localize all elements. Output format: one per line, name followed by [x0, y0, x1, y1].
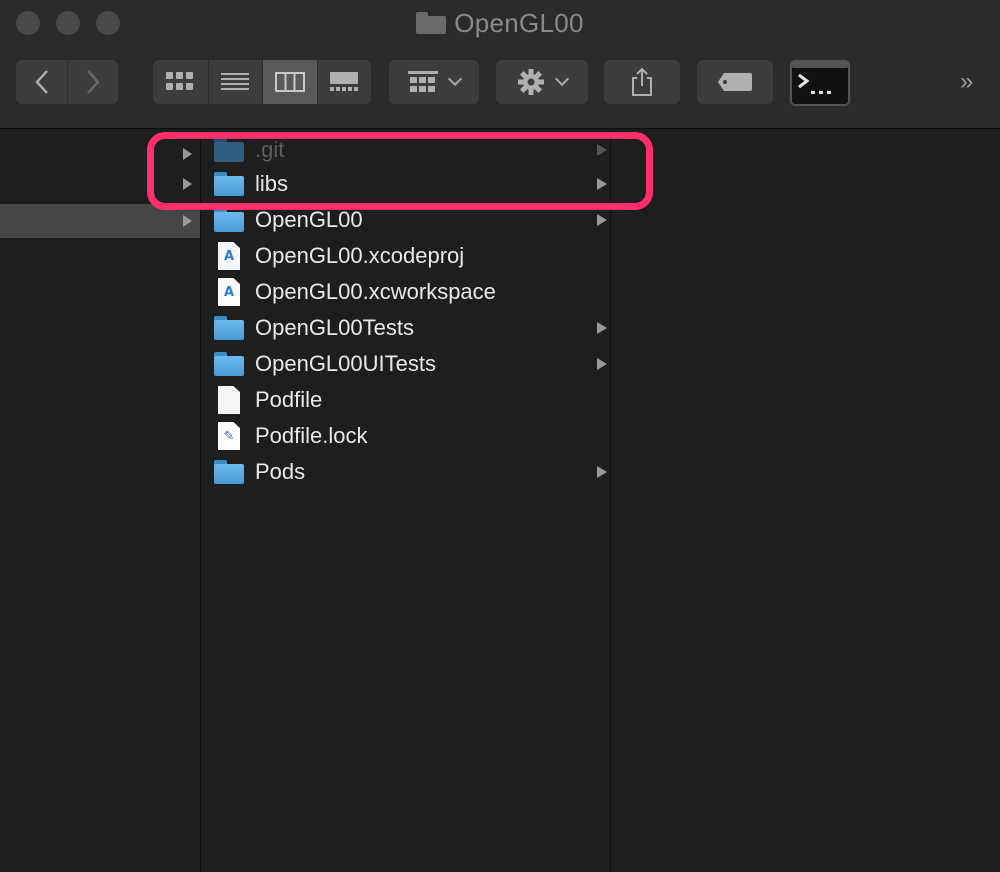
gallery-icon: [330, 72, 359, 91]
toolbar-overflow-icon[interactable]: »: [960, 68, 974, 96]
forward-button[interactable]: [67, 60, 118, 104]
arrange-icon: [408, 71, 438, 92]
folder-icon: [213, 169, 245, 199]
window-toolbar: OpenGL00 »: [0, 0, 1000, 129]
parent-column: [0, 130, 200, 872]
window-title: OpenGL00: [0, 8, 1000, 38]
chevron-right-icon: [87, 70, 100, 94]
folder-icon: [213, 205, 245, 235]
group-by-dropdown[interactable]: [389, 60, 479, 104]
folder-icon: [213, 313, 245, 343]
list-item-opengl00[interactable]: OpenGL00: [213, 202, 609, 238]
columns-icon: [274, 72, 305, 92]
action-button[interactable]: [496, 60, 588, 104]
disclosure-arrow-icon: [597, 466, 607, 478]
list-item-tests[interactable]: OpenGL00Tests: [213, 310, 609, 346]
file-name: OpenGL00.xcodeproj: [255, 243, 465, 268]
chevron-left-icon: [34, 70, 48, 94]
file-name: OpenGL00Tests: [255, 315, 414, 340]
window-title-text: OpenGL00: [454, 7, 584, 38]
folder-icon: [213, 457, 245, 487]
file-name: Pods: [255, 459, 306, 484]
disclosure-arrow-icon: [597, 178, 607, 190]
view-mode-group: [153, 60, 371, 104]
column-view-button[interactable]: [262, 60, 317, 104]
action-dropdown[interactable]: [496, 60, 588, 104]
folder-icon: [416, 12, 447, 34]
disclosure-arrow-icon: [597, 214, 607, 226]
file-name: Podfile.lock: [255, 423, 368, 448]
disclosure-arrow-icon: [183, 148, 192, 160]
selected-parent-row[interactable]: [0, 204, 200, 238]
share-button-group: [604, 60, 680, 104]
disclosure-arrow-icon: [597, 322, 607, 334]
list-item-git[interactable]: .git: [213, 132, 609, 168]
preview-column: [610, 130, 1000, 872]
list-item-xcworkspace[interactable]: A OpenGL00.xcworkspace: [213, 274, 609, 310]
disclosure-arrow-icon: [183, 215, 192, 227]
icon-view-button[interactable]: [153, 60, 208, 104]
chevron-down-icon: [554, 71, 570, 87]
terminal-icon[interactable]: [790, 60, 850, 106]
file-name: Podfile: [255, 387, 323, 412]
group-by-button[interactable]: [389, 60, 479, 104]
gallery-view-button[interactable]: [316, 60, 372, 104]
xcode-workspace-icon: A: [213, 277, 245, 307]
disclosure-arrow-icon: [183, 178, 192, 190]
folder-icon: [213, 349, 245, 379]
file-name: OpenGL00UITests: [255, 351, 436, 376]
tag-icon: [718, 73, 752, 91]
list-item-xcodeproj[interactable]: A OpenGL00.xcodeproj: [213, 238, 609, 274]
list-item-pods[interactable]: Pods: [213, 454, 609, 490]
file-name: OpenGL00.xcworkspace: [255, 279, 496, 304]
share-button[interactable]: [604, 60, 680, 104]
chevron-down-icon: [447, 71, 463, 87]
list-item-uitests[interactable]: OpenGL00UITests: [213, 346, 609, 382]
file-name: OpenGL00: [255, 207, 363, 232]
list-view-button[interactable]: [207, 60, 263, 104]
folder-icon: [213, 135, 245, 165]
file-name: .git: [255, 137, 285, 162]
xcode-project-icon: A: [213, 241, 245, 271]
tags-button[interactable]: [697, 60, 773, 104]
grid-icon: [166, 72, 194, 90]
document-icon: [213, 385, 245, 415]
lock-document-icon: ✎: [213, 421, 245, 451]
disclosure-arrow-icon: [597, 358, 607, 370]
disclosure-arrow-icon: [597, 144, 607, 156]
list-icon: [221, 73, 250, 90]
navigation-group: [16, 60, 118, 104]
file-name: libs: [255, 171, 289, 196]
tags-button-group: [697, 60, 773, 104]
file-list-column: .git libs OpenGL00 A OpenGL00.xcodeproj …: [200, 130, 610, 872]
back-button[interactable]: [16, 60, 67, 104]
list-item-podfile-lock[interactable]: ✎ Podfile.lock: [213, 418, 609, 454]
list-item-libs[interactable]: libs: [213, 166, 609, 202]
share-icon: [632, 67, 652, 96]
list-item-podfile[interactable]: Podfile: [213, 382, 609, 418]
gear-icon: [518, 69, 544, 95]
